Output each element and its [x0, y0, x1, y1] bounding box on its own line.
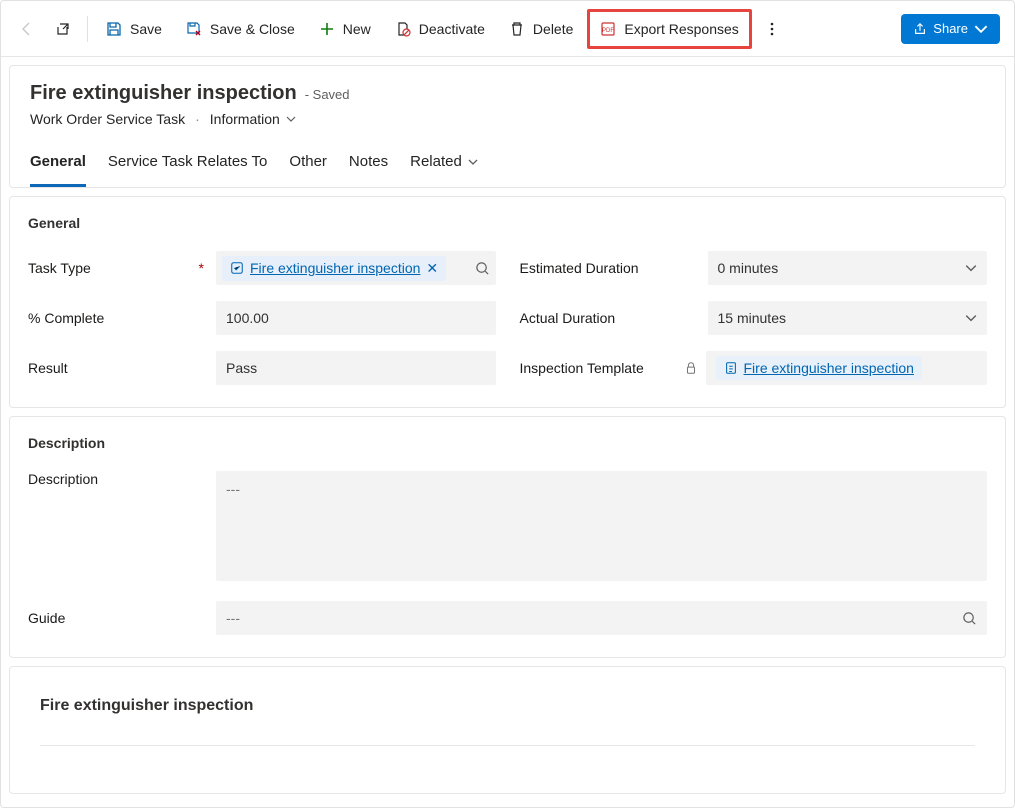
chevron-down-icon [468, 157, 478, 167]
section-title-description: Description [28, 435, 987, 451]
chevron-down-icon [286, 114, 296, 124]
field-percent-complete: % Complete 100.00 [28, 301, 496, 335]
entity-label: Work Order Service Task [30, 111, 185, 127]
actual-duration-label: Actual Duration [520, 310, 698, 326]
export-responses-button[interactable]: PDF Export Responses [590, 12, 748, 46]
save-close-icon [186, 21, 202, 37]
tabs: General Service Task Relates To Other No… [30, 147, 985, 187]
form-selector[interactable]: Information [210, 111, 296, 127]
section-title-general: General [28, 215, 987, 231]
overflow-menu-button[interactable] [756, 12, 788, 46]
percent-complete-input[interactable]: 100.00 [216, 301, 496, 335]
tab-related[interactable]: Related [410, 147, 478, 187]
tab-notes[interactable]: Notes [349, 147, 388, 187]
field-guide: Guide --- [28, 601, 987, 635]
deactivate-button[interactable]: Deactivate [385, 12, 495, 46]
tab-general[interactable]: General [30, 147, 86, 187]
lock-icon [684, 361, 698, 375]
description-value: --- [226, 481, 240, 497]
share-icon [913, 22, 927, 36]
save-label: Save [130, 21, 162, 37]
field-inspection-template: Inspection Template Fire extinguisher in… [520, 351, 988, 385]
search-icon[interactable] [475, 261, 490, 276]
task-type-label: Task Type [28, 260, 91, 276]
actual-duration-value: 15 minutes [718, 310, 786, 326]
form-name: Information [210, 111, 280, 127]
popout-icon [55, 21, 71, 37]
section-general: General Task Type * Fire extinguisher in… [9, 196, 1006, 408]
inspection-icon [724, 361, 738, 375]
new-button[interactable]: New [309, 12, 381, 46]
result-label: Result [28, 360, 206, 376]
inspection-template-lookup[interactable]: Fire extinguisher inspection [706, 351, 988, 385]
pdf-icon: PDF [600, 21, 616, 37]
task-type-pill: Fire extinguisher inspection ✕ [222, 256, 446, 281]
field-description: Description --- [28, 471, 987, 581]
task-type-lookup[interactable]: Fire extinguisher inspection ✕ [216, 251, 496, 285]
page-title: Fire extinguisher inspection [30, 82, 297, 105]
save-icon [106, 21, 122, 37]
save-close-label: Save & Close [210, 21, 295, 37]
field-task-type: Task Type * Fire extinguisher inspection… [28, 251, 496, 285]
share-button[interactable]: Share [901, 14, 1000, 44]
estimated-duration-value: 0 minutes [718, 260, 779, 276]
result-value: Pass [226, 360, 257, 376]
task-type-remove[interactable]: ✕ [426, 260, 438, 277]
save-button[interactable]: Save [96, 12, 172, 46]
field-result: Result Pass [28, 351, 496, 385]
record-header-card: Fire extinguisher inspection - Saved Wor… [9, 65, 1006, 188]
content-scroll[interactable]: Fire extinguisher inspection - Saved Wor… [1, 57, 1014, 807]
field-estimated-duration: Estimated Duration 0 minutes [520, 251, 988, 285]
back-button[interactable] [11, 12, 43, 46]
actual-duration-input[interactable]: 15 minutes [708, 301, 988, 335]
export-responses-label: Export Responses [624, 21, 738, 37]
deactivate-icon [395, 21, 411, 37]
inspection-title: Fire extinguisher inspection [40, 697, 975, 715]
description-input[interactable]: --- [216, 471, 987, 581]
guide-value: --- [226, 610, 240, 626]
svg-text:PDF: PDF [602, 28, 614, 34]
divider [40, 745, 975, 746]
inspection-template-label: Inspection Template [520, 360, 678, 376]
more-vertical-icon [764, 21, 780, 37]
search-icon[interactable] [962, 611, 977, 626]
percent-complete-value: 100.00 [226, 310, 269, 326]
result-input[interactable]: Pass [216, 351, 496, 385]
arrow-left-icon [19, 21, 35, 37]
share-label: Share [933, 21, 968, 36]
section-description: Description Description --- Guide --- [9, 416, 1006, 658]
required-indicator: * [199, 260, 204, 276]
plus-icon [319, 21, 335, 37]
export-responses-highlight: PDF Export Responses [587, 9, 751, 49]
separator-dot: · [195, 111, 200, 127]
chevron-down-icon [965, 312, 977, 324]
chevron-down-icon [965, 262, 977, 274]
save-close-button[interactable]: Save & Close [176, 12, 305, 46]
estimated-duration-input[interactable]: 0 minutes [708, 251, 988, 285]
command-bar: Save Save & Close New Deactivate Delete … [1, 1, 1014, 57]
tab-service-task-relates-to[interactable]: Service Task Relates To [108, 147, 268, 187]
deactivate-label: Deactivate [419, 21, 485, 37]
open-new-window-button[interactable] [47, 12, 79, 46]
task-type-link[interactable]: Fire extinguisher inspection [250, 260, 420, 276]
inspection-template-link[interactable]: Fire extinguisher inspection [744, 360, 914, 376]
saved-indicator: - Saved [305, 87, 350, 102]
description-label: Description [28, 471, 206, 487]
task-type-icon [230, 261, 244, 275]
separator [87, 16, 88, 42]
chevron-down-icon [974, 22, 988, 36]
guide-label: Guide [28, 610, 206, 626]
delete-label: Delete [533, 21, 573, 37]
delete-button[interactable]: Delete [499, 12, 583, 46]
field-actual-duration: Actual Duration 15 minutes [520, 301, 988, 335]
guide-lookup[interactable]: --- [216, 601, 987, 635]
section-inspection: Fire extinguisher inspection [9, 666, 1006, 794]
new-label: New [343, 21, 371, 37]
estimated-duration-label: Estimated Duration [520, 260, 698, 276]
trash-icon [509, 21, 525, 37]
percent-complete-label: % Complete [28, 310, 206, 326]
tab-other[interactable]: Other [289, 147, 327, 187]
